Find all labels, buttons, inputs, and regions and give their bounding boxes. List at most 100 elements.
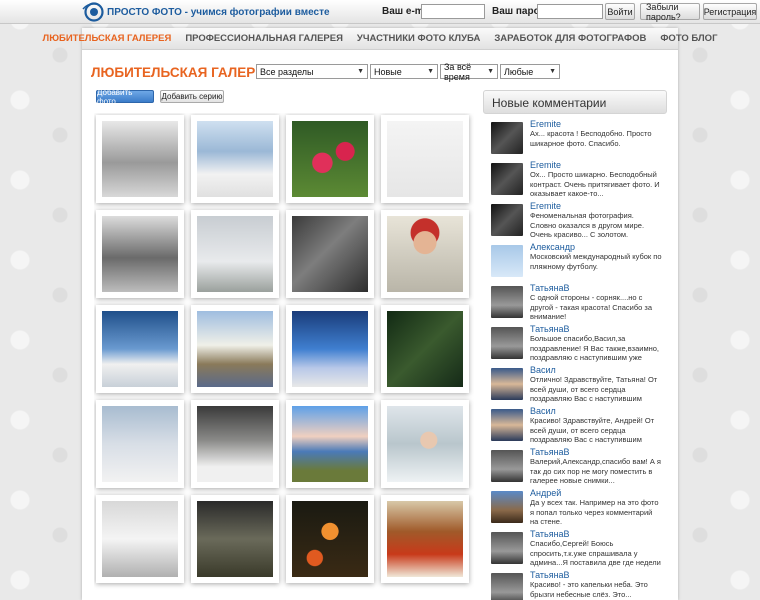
chevron-down-icon: ▼	[487, 68, 494, 75]
nav-amateur-gallery[interactable]: ЛЮБИТЕЛЬСКАЯ ГАЛЕРЕЯ	[36, 28, 179, 50]
add-photo-button[interactable]: Добавить фото	[96, 88, 154, 106]
photo-thumbnail[interactable]	[286, 400, 374, 488]
photo-image	[102, 216, 178, 292]
comment-text[interactable]: Красиво! Здравствуйте, Андрей! От всей д…	[530, 416, 662, 445]
chevron-down-icon: ▼	[357, 68, 364, 75]
favorite-select[interactable]: Любые ▼	[500, 64, 560, 79]
site-logo[interactable]: ПРОСТО ФОТО - учимся фотографии вместе	[82, 2, 330, 22]
comments-title: Новые комментарии	[483, 90, 667, 114]
comment-text[interactable]: Большое спасибо,Васил,за поздравление! Я…	[530, 334, 662, 363]
photo-thumbnail[interactable]	[96, 400, 184, 488]
photo-thumbnail[interactable]	[286, 115, 374, 203]
avatar[interactable]	[491, 327, 523, 359]
forgot-password-button[interactable]: Забыли пароль?	[640, 2, 700, 22]
comment-item: ТатьянаВ Красиво! - это капельки неба. Эт…	[483, 569, 667, 600]
photo-thumbnail[interactable]	[381, 305, 469, 393]
photo-thumbnail[interactable]	[286, 495, 374, 583]
comment-item: ТатьянаВ С одной стороны - сорняк....но с…	[483, 282, 667, 322]
photo-thumbnail[interactable]	[96, 305, 184, 393]
comment-text[interactable]: Московский международный кубок по пляжно…	[530, 252, 662, 271]
comment-item: Васил Отлично! Здравствуйте, Татьяна! От …	[483, 364, 667, 404]
avatar[interactable]	[491, 245, 523, 277]
comment-item: ТатьянаВ Большое спасибо,Васил,за поздрав…	[483, 323, 667, 363]
nav-club-members[interactable]: УЧАСТНИКИ ФОТО КЛУБА	[350, 28, 487, 50]
comments-sidebar: Новые комментарии Eremite Ах... красота !…	[483, 90, 667, 600]
photo-thumbnail[interactable]	[191, 210, 279, 298]
email-input[interactable]	[421, 4, 485, 19]
page-title: ЛЮБИТЕЛЬСКАЯ ГАЛЕРЕЯ	[91, 65, 274, 80]
photo-image	[102, 406, 178, 482]
period-select-value: За всё время	[444, 61, 472, 82]
photo-image	[292, 406, 368, 482]
section-select-value: Все разделы	[260, 66, 314, 77]
photo-gallery	[94, 113, 474, 600]
comment-text[interactable]: Спасибо,Сергей! Боюсь спросить,т.к.уже с…	[530, 539, 662, 568]
comment-author[interactable]: Eremite	[530, 119, 561, 129]
photo-thumbnail[interactable]	[191, 115, 279, 203]
avatar[interactable]	[491, 204, 523, 236]
photo-thumbnail[interactable]	[191, 400, 279, 488]
photo-image	[102, 501, 178, 577]
comment-author[interactable]: ТатьянаВ	[530, 283, 570, 293]
photo-thumbnail[interactable]	[381, 115, 469, 203]
comment-author[interactable]: Александр	[530, 242, 575, 252]
photo-image	[387, 121, 463, 197]
sort-select[interactable]: Новые ▼	[370, 64, 438, 79]
login-button[interactable]: Войти	[605, 3, 635, 20]
comment-author[interactable]: Eremite	[530, 160, 561, 170]
avatar[interactable]	[491, 532, 523, 564]
section-select[interactable]: Все разделы ▼	[256, 64, 368, 79]
sort-select-value: Новые	[374, 66, 402, 77]
photo-image	[292, 501, 368, 577]
avatar[interactable]	[491, 573, 523, 600]
photo-thumbnail[interactable]	[191, 305, 279, 393]
comment-text[interactable]: Да у всех так. Например на это фото я по…	[530, 498, 662, 527]
photo-image	[292, 121, 368, 197]
avatar[interactable]	[491, 491, 523, 523]
photo-image	[387, 406, 463, 482]
avatar[interactable]	[491, 122, 523, 154]
comment-item: ТатьянаВ Валерий,Александр,спасибо вам! А…	[483, 446, 667, 486]
password-input[interactable]	[537, 4, 603, 19]
nav-photo-blog[interactable]: ФОТО БЛОГ	[653, 28, 724, 50]
comment-author[interactable]: ТатьянаВ	[530, 529, 570, 539]
comment-text[interactable]: Ох... Просто шикарно. Бесподобный контра…	[530, 170, 662, 199]
photo-thumbnail[interactable]	[96, 115, 184, 203]
comment-text[interactable]: Валерий,Александр,спасибо вам! А я так д…	[530, 457, 662, 486]
nav-pro-gallery[interactable]: ПРОФЕССИОНАЛЬНАЯ ГАЛЕРЕЯ	[178, 28, 350, 50]
avatar[interactable]	[491, 368, 523, 400]
comment-author[interactable]: ТатьянаВ	[530, 447, 570, 457]
avatar[interactable]	[491, 450, 523, 482]
photo-thumbnail[interactable]	[286, 210, 374, 298]
photo-thumbnail[interactable]	[96, 210, 184, 298]
comment-text[interactable]: Ах... красота ! Бесподобно. Просто шикар…	[530, 129, 662, 148]
comment-text[interactable]: С одной стороны - сорняк....но с другой …	[530, 293, 662, 322]
comment-item: Васил Красиво! Здравствуйте, Андрей! От в…	[483, 405, 667, 445]
comment-author[interactable]: Васил	[530, 406, 556, 416]
photo-thumbnail[interactable]	[96, 495, 184, 583]
photo-thumbnail[interactable]	[381, 210, 469, 298]
photo-image	[197, 121, 273, 197]
photo-thumbnail[interactable]	[191, 495, 279, 583]
comment-author[interactable]: Васил	[530, 365, 556, 375]
chevron-down-icon: ▼	[427, 68, 434, 75]
top-bar: ПРОСТО ФОТО - учимся фотографии вместе В…	[0, 0, 760, 24]
avatar[interactable]	[491, 409, 523, 441]
comment-author[interactable]: Андрей	[530, 488, 561, 498]
period-select[interactable]: За всё время ▼	[440, 61, 498, 82]
comment-author[interactable]: ТатьянаВ	[530, 324, 570, 334]
register-button[interactable]: Регистрация	[703, 3, 757, 20]
photo-thumbnail[interactable]	[381, 400, 469, 488]
photo-thumbnail[interactable]	[286, 305, 374, 393]
add-series-button[interactable]: Добавить серию	[160, 90, 224, 103]
comment-text[interactable]: Отлично! Здравствуйте, Татьяна! От всей …	[530, 375, 662, 404]
comment-text[interactable]: Феноменальная фотография. Словно оказалс…	[530, 211, 662, 240]
comment-text[interactable]: Красиво! - это капельки неба. Это брызги…	[530, 580, 662, 599]
photo-image	[197, 406, 273, 482]
avatar[interactable]	[491, 286, 523, 318]
comment-author[interactable]: ТатьянаВ	[530, 570, 570, 580]
comment-author[interactable]: Eremite	[530, 201, 561, 211]
nav-earnings[interactable]: ЗАРАБОТОК ДЛЯ ФОТОГРАФОВ	[487, 28, 653, 50]
photo-thumbnail[interactable]	[381, 495, 469, 583]
avatar[interactable]	[491, 163, 523, 195]
